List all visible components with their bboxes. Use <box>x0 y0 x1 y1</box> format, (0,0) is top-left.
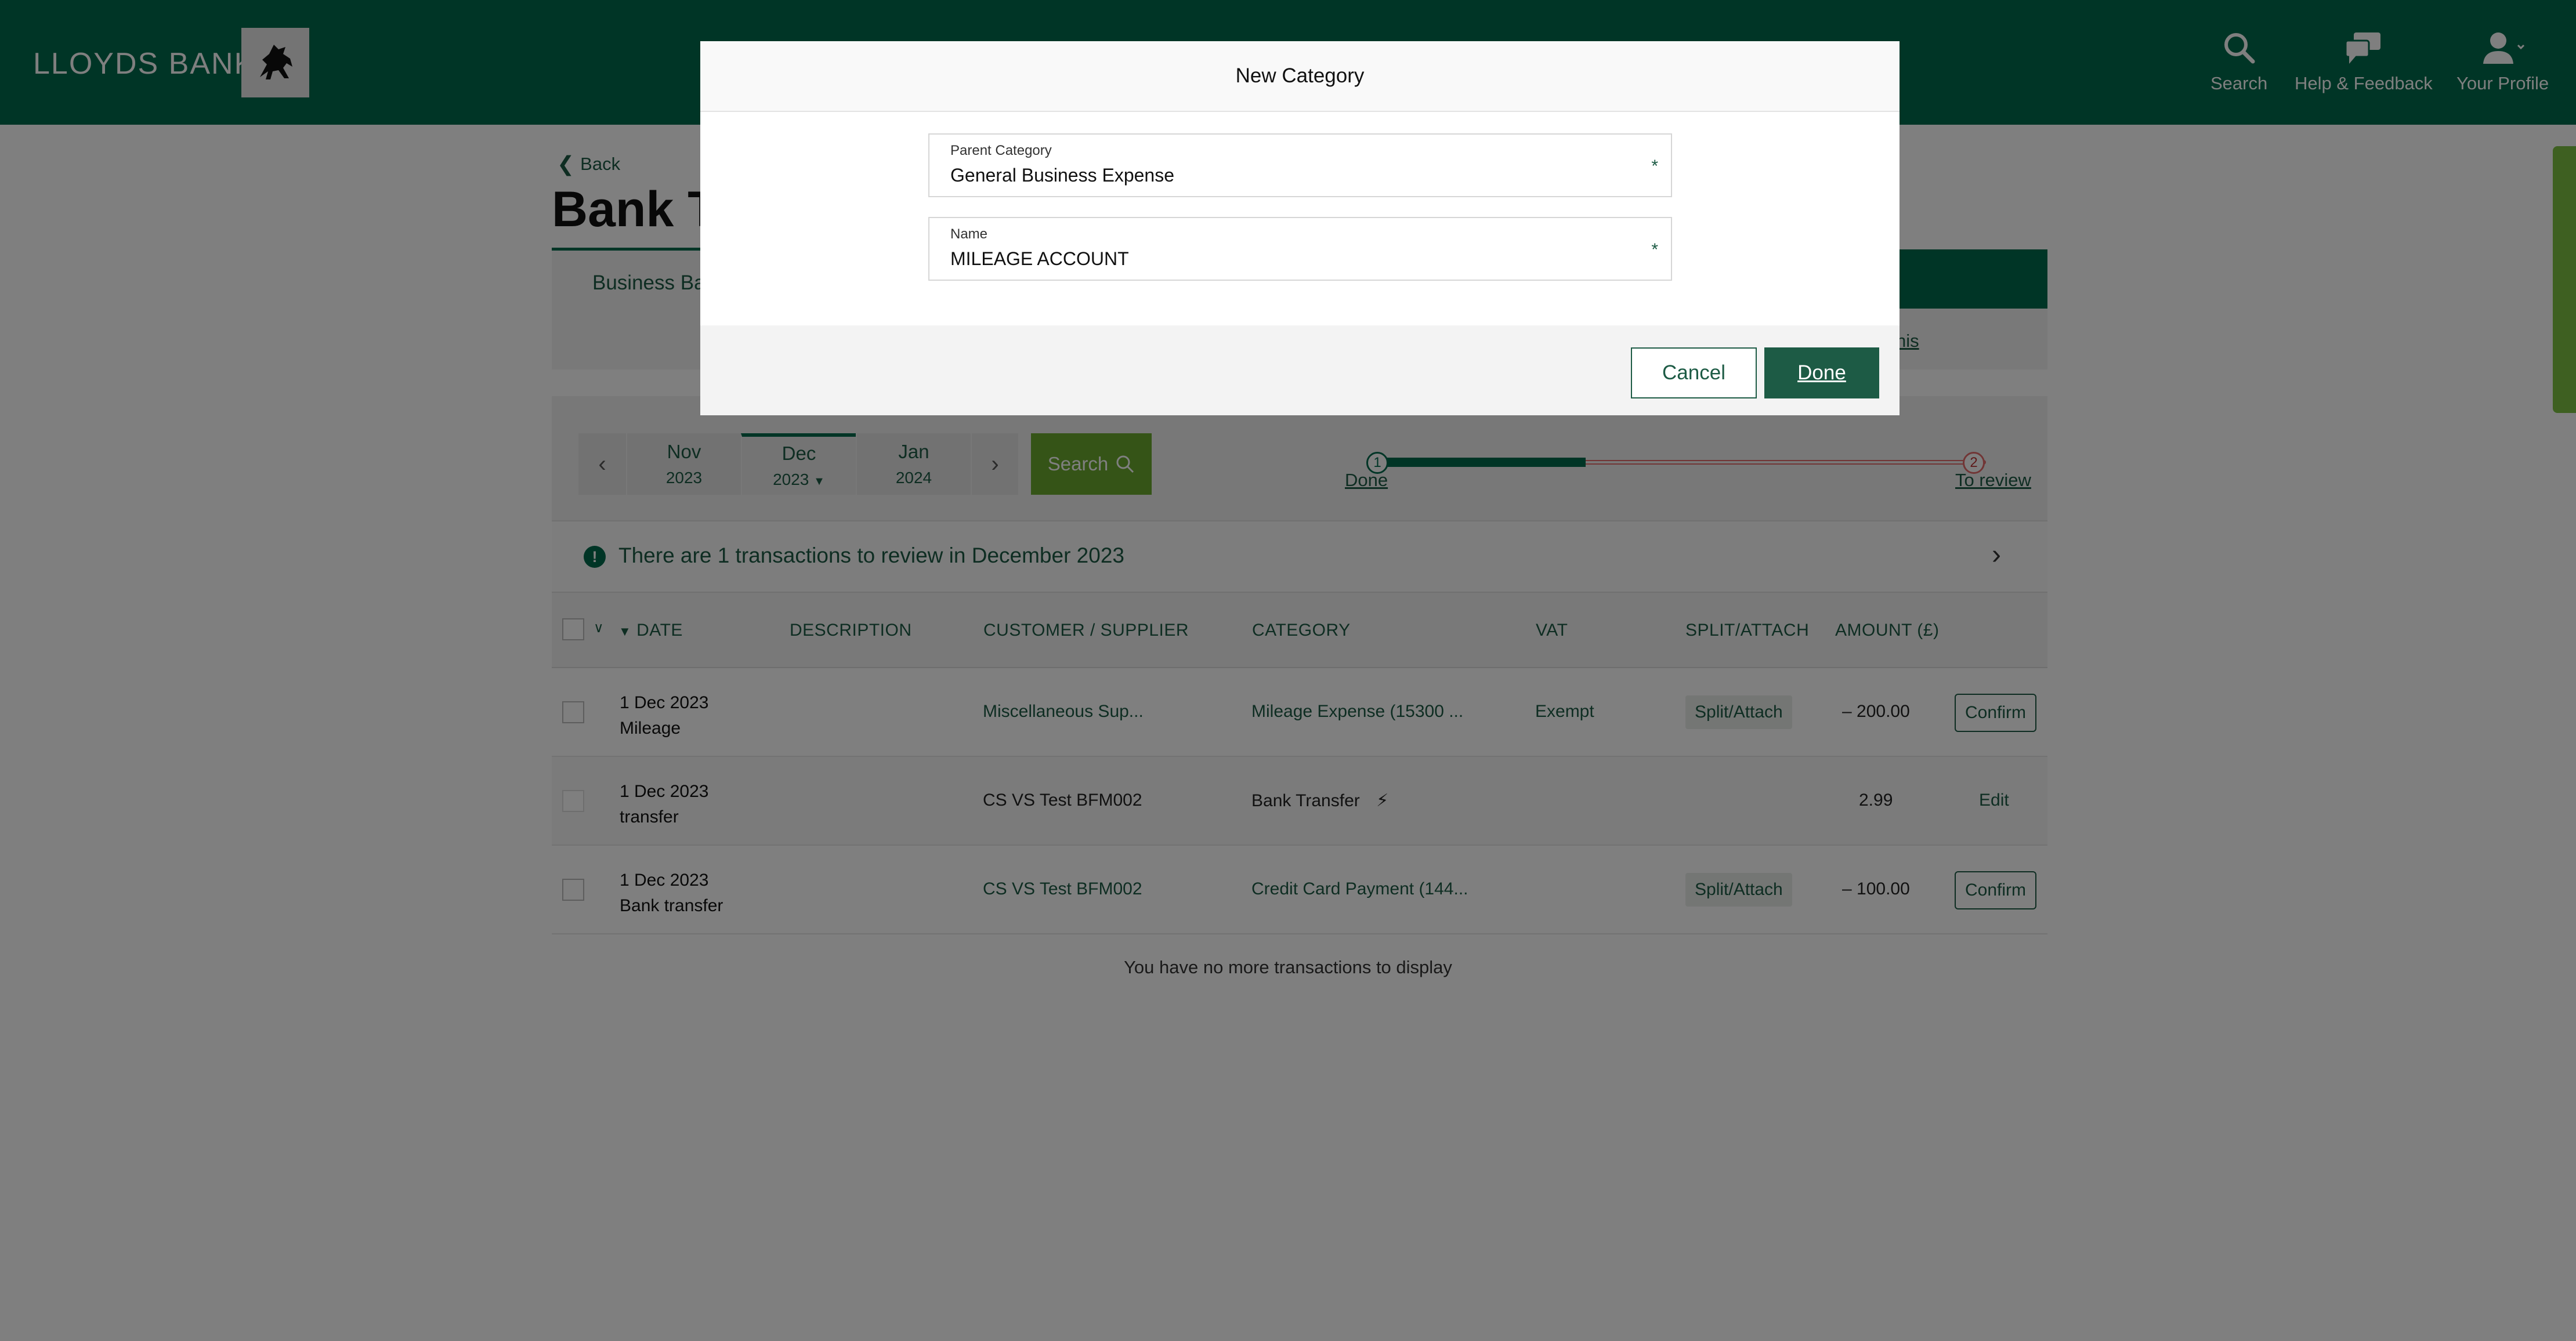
parent-category-value: General Business Expense <box>950 165 1174 186</box>
category-name-input[interactable]: Name MILEAGE ACCOUNT * <box>928 217 1672 281</box>
name-label: Name <box>950 226 988 242</box>
new-category-dialog: New Category Parent Category General Bus… <box>700 41 1900 415</box>
required-marker: * <box>1651 157 1658 176</box>
dialog-footer: Cancel Done <box>700 325 1900 415</box>
done-button[interactable]: Done <box>1764 347 1879 398</box>
required-marker: * <box>1651 240 1658 259</box>
dialog-title: New Category <box>700 41 1900 112</box>
name-value: MILEAGE ACCOUNT <box>950 248 1129 269</box>
parent-category-label: Parent Category <box>950 143 1052 158</box>
cancel-button[interactable]: Cancel <box>1631 347 1757 398</box>
parent-category-select[interactable]: Parent Category General Business Expense… <box>928 133 1672 197</box>
